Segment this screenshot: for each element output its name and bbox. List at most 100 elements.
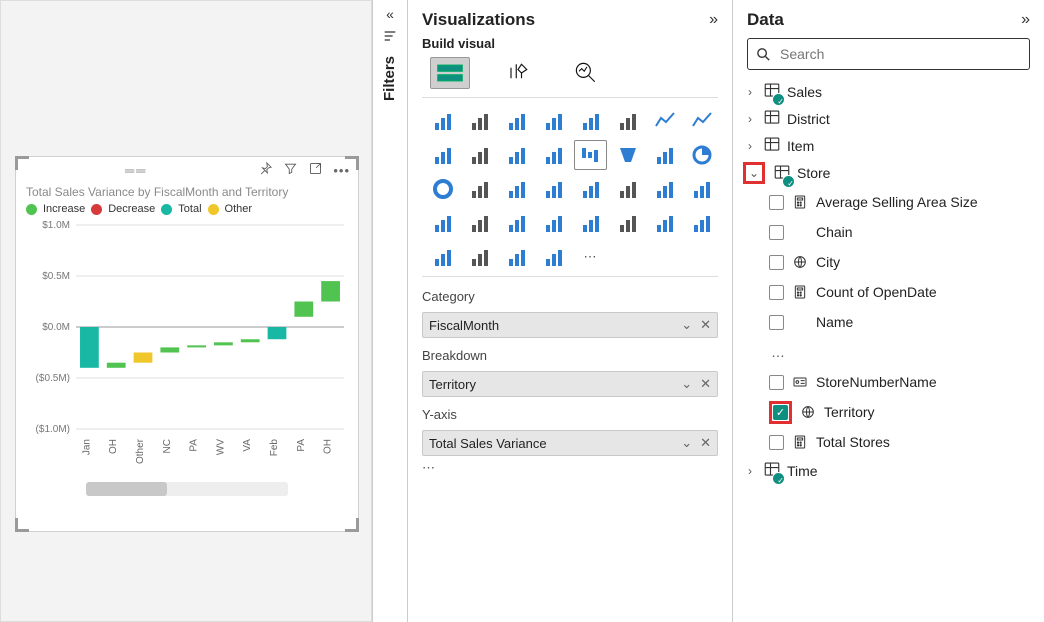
drag-handle-icon[interactable]: ══ [24,163,248,178]
viz-type-treemap[interactable] [463,174,496,204]
field-more-icon[interactable]: … [769,337,1036,367]
viz-type-map[interactable] [500,174,533,204]
viz-type-gauge[interactable] [611,174,644,204]
svg-text:PA: PA [189,439,200,452]
viz-type-stacked-column-100[interactable] [611,106,644,136]
well-yaxis-label: Y-axis [422,401,718,422]
checkbox[interactable] [769,285,784,300]
build-visual-tab[interactable] [430,57,470,89]
collapse-visualizations-icon[interactable]: » [709,11,718,29]
checkbox[interactable] [769,195,784,210]
viz-type-matrix[interactable] [500,208,533,238]
report-canvas[interactable]: ══ ••• Total Sales Variance by FiscalMon… [0,0,372,622]
analytics-tab[interactable] [566,57,606,89]
more-wells-icon[interactable]: ⋯ [408,456,732,480]
checkbox[interactable] [769,255,784,270]
viz-type-stacked-bar-100[interactable] [500,106,533,136]
viz-type-r-visual[interactable] [537,208,570,238]
viz-type-line-column-stacked[interactable] [500,140,533,170]
viz-type-slicer[interactable] [426,208,459,238]
filters-icon [382,28,398,44]
expand-filters-icon[interactable]: « [373,0,407,22]
field-chain[interactable]: Chain [769,217,1036,247]
viz-type-area[interactable] [685,106,718,136]
viz-type-table[interactable] [463,208,496,238]
svg-text:($0.5M): ($0.5M) [36,373,70,384]
svg-text:VA: VA [242,439,253,452]
well-yaxis-field[interactable]: Total Sales Variance ⌄ ✕ [422,430,718,456]
svg-text:$0.0M: $0.0M [42,322,70,333]
svg-text:($1.0M): ($1.0M) [36,424,70,435]
well-yaxis-value: Total Sales Variance [429,436,547,451]
checkbox[interactable]: ✓ [773,405,788,420]
collapse-data-icon[interactable]: » [1021,11,1030,29]
field-storenumbername[interactable]: StoreNumberName [769,367,1036,397]
well-category-field[interactable]: FiscalMonth ⌄ ✕ [422,312,718,338]
visual-type-gallery: ⋯ [408,98,732,276]
viz-type-power-apps[interactable] [463,242,496,272]
table-time[interactable]: ›Time [741,457,1036,484]
remove-field-icon[interactable]: ✕ [700,317,711,333]
table-store[interactable]: ⌄Store [741,159,1036,187]
focus-mode-icon[interactable] [308,161,323,179]
viz-type-kpi[interactable] [685,174,718,204]
chevron-down-icon[interactable]: ⌄ [681,317,692,333]
checkbox[interactable] [769,225,784,240]
pin-icon[interactable] [258,161,273,179]
viz-type-paginated[interactable] [426,242,459,272]
field-count of opendate[interactable]: Count of OpenDate [769,277,1036,307]
fields-tree: ›Sales›District›Item⌄StoreAverage Sellin… [733,78,1044,484]
chevron-down-icon[interactable]: ⌄ [681,376,692,392]
field-average selling area size[interactable]: Average Selling Area Size [769,187,1036,217]
field-name[interactable]: Name [769,307,1036,337]
checkbox[interactable] [769,435,784,450]
viz-type-pie[interactable] [685,140,718,170]
viz-type-clustered-bar[interactable] [463,106,496,136]
search-icon [755,46,772,63]
svg-text:$1.0M: $1.0M [42,221,70,231]
viz-type-power-automate[interactable] [500,242,533,272]
filters-pane-collapsed[interactable]: « Filters [372,0,408,622]
checkbox[interactable] [769,375,784,390]
viz-type-decomposition[interactable] [685,208,718,238]
remove-field-icon[interactable]: ✕ [700,376,711,392]
table-sales[interactable]: ›Sales [741,78,1036,105]
well-category-value: FiscalMonth [429,318,499,333]
viz-type-filled-map[interactable] [537,174,570,204]
checkbox[interactable] [769,315,784,330]
field-search[interactable] [747,38,1030,70]
field-city[interactable]: City [769,247,1036,277]
filter-icon[interactable] [283,161,298,179]
field-search-input[interactable] [778,45,1022,63]
visual-waterfall-card[interactable]: ══ ••• Total Sales Variance by FiscalMon… [15,156,359,532]
legend-increase: Increase [43,203,85,215]
remove-field-icon[interactable]: ✕ [700,435,711,451]
viz-type-py-visual[interactable] [574,208,607,238]
table-item[interactable]: ›Item [741,132,1036,159]
field-total stores[interactable]: Total Stores [769,427,1036,457]
viz-type-line-column[interactable] [463,140,496,170]
well-breakdown-field[interactable]: Territory ⌄✕ [422,371,718,397]
viz-type-stacked-area[interactable] [426,140,459,170]
table-district[interactable]: ›District [741,105,1036,132]
legend-decrease: Decrease [108,203,155,215]
viz-type-stacked-bar[interactable] [426,106,459,136]
viz-type-waterfall[interactable] [574,140,607,170]
viz-type-more[interactable]: ⋯ [574,242,607,272]
viz-type-card[interactable] [648,174,681,204]
chevron-down-icon[interactable]: ⌄ [681,435,692,451]
viz-type-line[interactable] [648,106,681,136]
viz-type-key-influencers[interactable] [611,208,644,238]
viz-type-smart-narrative[interactable] [537,242,570,272]
viz-type-stacked-column[interactable] [574,106,607,136]
viz-type-clustered-column[interactable] [537,106,570,136]
chart-horizontal-scrollbar[interactable] [86,482,288,496]
viz-type-azure-map[interactable] [574,174,607,204]
field-territory[interactable]: ✓Territory [769,397,1036,427]
viz-type-funnel[interactable] [611,140,644,170]
viz-type-scatter[interactable] [648,140,681,170]
format-visual-tab[interactable] [498,57,538,89]
viz-type-ribbon[interactable] [537,140,570,170]
viz-type-donut[interactable] [426,174,459,204]
viz-type-q-and-a[interactable] [648,208,681,238]
